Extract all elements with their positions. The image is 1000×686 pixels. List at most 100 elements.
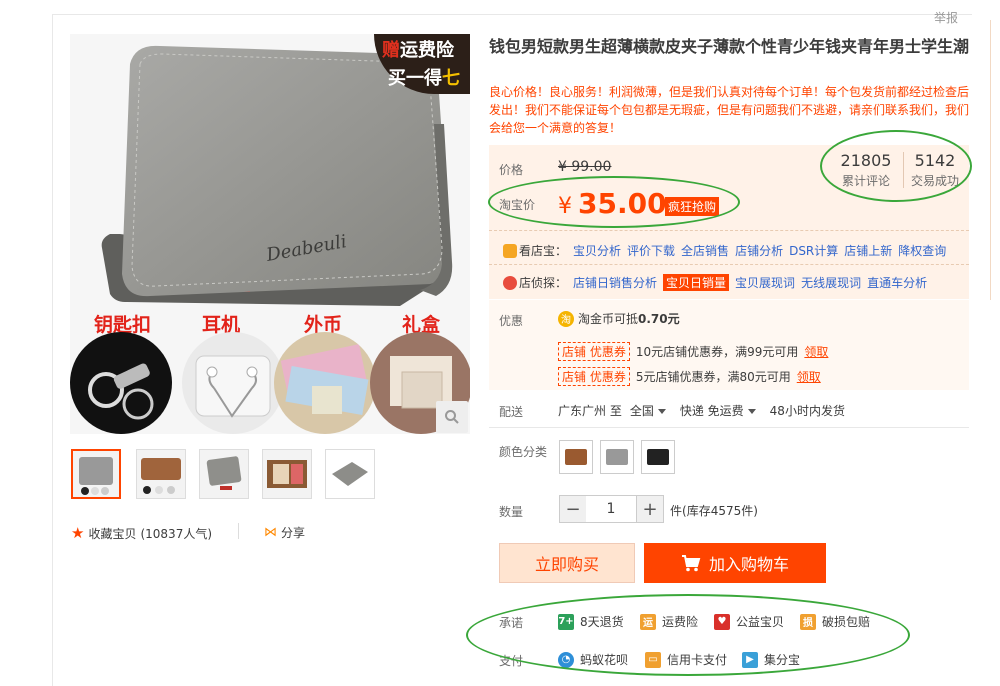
service-item[interactable]: ♥ 公益宝贝: [714, 613, 784, 630]
payment-item[interactable]: ◔ 蚂蚁花呗: [558, 651, 628, 668]
service-item[interactable]: 损破损包赔: [800, 613, 870, 630]
coupon-row: 店铺 优惠券 10元店铺优惠券，满99元可用 领取: [558, 342, 828, 361]
decrease-button[interactable]: −: [559, 495, 587, 523]
thumbnail-1[interactable]: [71, 449, 121, 499]
add-to-cart-button[interactable]: 加入购物车: [644, 543, 826, 583]
thumbnail-5[interactable]: [325, 449, 375, 499]
original-price: ¥ 99.00: [558, 159, 612, 175]
product-description: 良心价格！良心服务！利润微薄，但是我们认真对待每个订单！每个包发货前都经过检查后…: [489, 85, 970, 135]
tool-link[interactable]: DSR计算: [789, 242, 838, 259]
taobao-price-label: 淘宝价: [499, 198, 536, 212]
service-item[interactable]: 运运费险: [640, 613, 698, 630]
keychain-image: [70, 332, 172, 434]
tool-link[interactable]: 直通车分析: [867, 274, 927, 291]
kandianbao-toolbar: 看店宝： 宝贝分析 评价下载 全店销售 店铺分析 DSR计算 店铺上新 降权查询: [503, 242, 946, 259]
tool-link[interactable]: 降权查询: [898, 242, 946, 259]
promotion-label: 优惠: [499, 314, 524, 328]
color-label: 颜色分类: [499, 445, 548, 459]
buy-now-button[interactable]: 立即购买: [499, 543, 635, 583]
color-option-brown[interactable]: [559, 440, 593, 474]
shipping-label: 配送: [499, 405, 524, 419]
report-link[interactable]: 举报: [934, 9, 958, 26]
taobao-price: ¥35.00: [558, 187, 667, 220]
color-option-gray[interactable]: [600, 440, 634, 474]
deals-stat: 5142 交易成功: [908, 151, 962, 189]
quantity-unit: 件(库存4575件): [670, 504, 758, 518]
add-to-cart-label: 加入购物车: [708, 555, 789, 574]
claim-coupon-link[interactable]: 领取: [797, 368, 821, 385]
quantity-input[interactable]: 1: [586, 495, 636, 523]
return-icon: 7+: [558, 613, 574, 630]
share-label: 分享: [281, 526, 306, 540]
payment-label: 支付: [499, 654, 524, 668]
deals-count: 5142: [914, 151, 956, 170]
coupon-tag: 店铺 优惠券: [558, 367, 630, 386]
earphones-image: [182, 332, 284, 434]
tool-link[interactable]: 店铺日销售分析: [573, 274, 657, 291]
diantan-toolbar: 店侦探： 店铺日销售分析 宝贝日销量 宝贝展现词 无线展现词 直通车分析: [503, 274, 927, 291]
tool-link-highlighted[interactable]: 宝贝日销量: [663, 274, 730, 291]
page-border: [52, 14, 53, 686]
chevron-down-icon: [657, 409, 666, 414]
shop-tool-icon: [503, 243, 517, 258]
payment-item[interactable]: ▶ 集分宝: [742, 651, 800, 668]
payment-item[interactable]: ▭ 信用卡支付: [645, 651, 727, 668]
favorite-count: (10837人气): [140, 526, 213, 541]
promise-label: 承诺: [499, 616, 524, 630]
cart-icon: [681, 555, 701, 572]
tool-heading: 店侦探：: [519, 276, 568, 290]
favorite-button[interactable]: ★ 收藏宝贝 (10837人气): [71, 524, 212, 542]
credit-card-icon: ▭: [645, 651, 661, 668]
divider: [238, 523, 239, 539]
color-option-black[interactable]: [641, 440, 675, 474]
deals-label: 交易成功: [910, 174, 959, 188]
ship-to-select[interactable]: 全国: [630, 402, 666, 419]
claim-coupon-link[interactable]: 领取: [804, 343, 828, 360]
tool-link[interactable]: 全店销售: [681, 242, 729, 259]
ship-method-select[interactable]: 快递 免运费: [680, 402, 756, 419]
page-border: [52, 14, 972, 15]
coupon-text: 10元店铺优惠券，满99元可用: [635, 345, 799, 359]
detective-icon: [503, 275, 517, 290]
magnifier-icon[interactable]: [436, 401, 468, 433]
tool-link[interactable]: 宝贝展现词: [735, 274, 795, 291]
ship-to: 全国: [629, 404, 654, 418]
reviews-stat[interactable]: 21805 累计评论: [836, 151, 896, 189]
promo-seven: 七: [442, 68, 460, 89]
taojinbi-row: 淘 淘金币可抵 0.70元: [558, 310, 680, 327]
thumbnail-3[interactable]: [199, 449, 249, 499]
favorite-label: 收藏宝贝: [88, 526, 137, 541]
share-button[interactable]: ⋈ 分享: [264, 524, 305, 541]
tool-link[interactable]: 店铺上新: [844, 242, 892, 259]
damage-icon: 损: [800, 613, 816, 630]
star-icon: ★: [71, 524, 85, 542]
main-product-image[interactable]: Deabeuli 钥匙扣 耳机 外币 礼盒: [70, 34, 470, 434]
ship-method: 快递 免运费: [679, 404, 744, 418]
product-title: 钱包男短款男生超薄横款皮夹子薄款个性青少年钱夹青年男士学生潮: [489, 37, 970, 56]
tool-link[interactable]: 无线展现词: [801, 274, 861, 291]
promo-buy-one: 买一得: [388, 68, 442, 89]
share-icon: ⋈: [264, 525, 277, 540]
quantity-label: 数量: [499, 505, 524, 519]
coupon-row: 店铺 优惠券 5元店铺优惠券，满80元可用 领取: [558, 367, 821, 386]
service-item[interactable]: 7+ 8天退货: [558, 613, 624, 630]
thumbnail-4[interactable]: [262, 449, 312, 499]
currency-image: [274, 332, 376, 434]
jifenbao-icon: ▶: [742, 651, 758, 668]
chevron-down-icon: [747, 409, 756, 414]
dispatch-time: 48小时内发货: [769, 404, 845, 418]
currency-symbol: ¥: [558, 194, 572, 219]
divider: [903, 152, 904, 188]
thumbnail-2[interactable]: [136, 449, 186, 499]
tool-link[interactable]: 店铺分析: [735, 242, 783, 259]
tool-link[interactable]: 评价下载: [627, 242, 675, 259]
promo-gift: 赠: [382, 40, 400, 61]
tool-link[interactable]: 宝贝分析: [573, 242, 621, 259]
tool-heading: 看店宝：: [519, 244, 568, 258]
price-label: 价格: [499, 163, 524, 177]
huabei-icon: ◔: [558, 651, 574, 668]
coin-text: 淘金币可抵: [578, 312, 639, 326]
increase-button[interactable]: +: [636, 495, 664, 523]
divider: [489, 427, 969, 428]
price-value: 35.00: [578, 187, 667, 220]
